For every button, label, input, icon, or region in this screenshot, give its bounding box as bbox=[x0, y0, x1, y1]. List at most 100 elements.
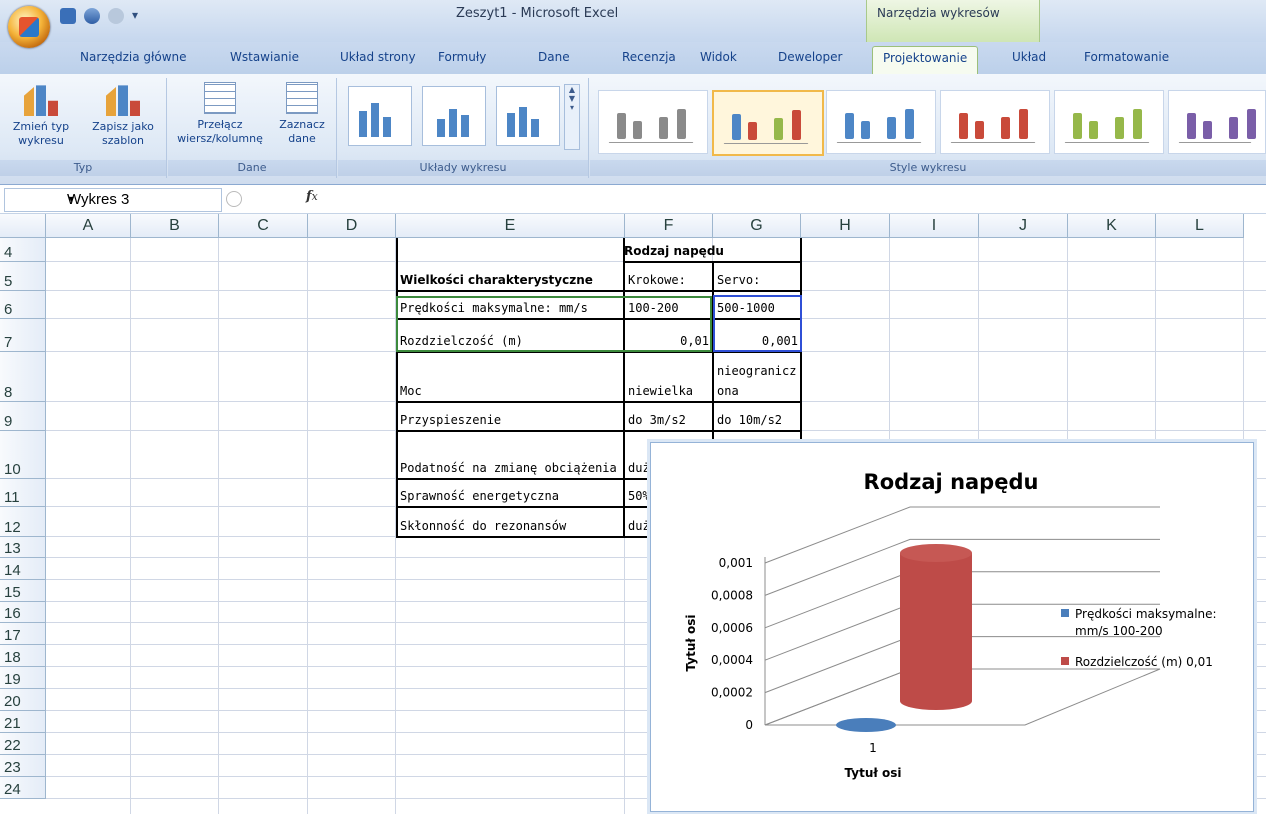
row-header-10[interactable]: 10 bbox=[0, 431, 46, 479]
undo-icon[interactable] bbox=[84, 8, 100, 24]
row-header-19[interactable]: 19 bbox=[0, 667, 46, 689]
cell-f4[interactable]: Rodzaj napędu bbox=[620, 238, 800, 262]
chart-style-1[interactable] bbox=[598, 90, 708, 154]
tab-data[interactable]: Dane bbox=[538, 50, 570, 64]
column-header-h[interactable]: H bbox=[801, 214, 890, 238]
cell-f5[interactable]: Krokowe: bbox=[624, 262, 713, 291]
row-header-21[interactable]: 21 bbox=[0, 711, 46, 733]
row-header-15[interactable]: 15 bbox=[0, 580, 46, 602]
row-header-4[interactable]: 4 bbox=[0, 238, 46, 262]
group-chart-styles: Style wykresu bbox=[590, 78, 1266, 178]
tab-page-layout[interactable]: Układ strony bbox=[340, 50, 416, 64]
column-header-k[interactable]: K bbox=[1068, 214, 1156, 238]
save-icon[interactable] bbox=[60, 8, 76, 24]
column-header-g[interactable]: G bbox=[713, 214, 801, 238]
chart-object[interactable]: Rodzaj napędu 0 0,0002 0,0004 0,0006 0,0008 0,… bbox=[650, 442, 1254, 812]
chart-layout-2[interactable] bbox=[422, 86, 486, 146]
chart-style-6[interactable] bbox=[1168, 90, 1266, 154]
column-header-i[interactable]: I bbox=[890, 214, 979, 238]
cell-e11[interactable]: Sprawność energetyczna bbox=[396, 479, 624, 507]
row-header-6[interactable]: 6 bbox=[0, 291, 46, 319]
column-header-f[interactable]: F bbox=[625, 214, 713, 238]
office-button[interactable] bbox=[8, 6, 50, 48]
row-header-14[interactable]: 14 bbox=[0, 558, 46, 580]
name-box[interactable]: Wykres 3 ▼ bbox=[4, 188, 222, 212]
row-header-24[interactable]: 24 bbox=[0, 777, 46, 799]
switch-row-column-button[interactable]: Przełącz wiersz/kolumnę bbox=[172, 82, 268, 146]
cell-g5[interactable]: Servo: bbox=[713, 262, 802, 291]
column-header-b[interactable]: B bbox=[131, 214, 219, 238]
cell-e5[interactable]: Wielkości charakterystyczne bbox=[396, 262, 624, 291]
save-as-template-button[interactable]: Zapisz jako szablon bbox=[84, 82, 162, 148]
series-name-range-highlight bbox=[396, 296, 712, 352]
row-header-12[interactable]: 12 bbox=[0, 507, 46, 537]
row-header-18[interactable]: 18 bbox=[0, 645, 46, 667]
formula-cancel-icon[interactable] bbox=[226, 191, 242, 207]
change-chart-type-button[interactable]: Zmień typ wykresu bbox=[2, 82, 80, 148]
customize-toolbar-icon[interactable]: ▾ bbox=[132, 8, 140, 24]
cell-f9[interactable]: do 3m/s2 bbox=[624, 402, 713, 431]
tab-insert[interactable]: Wstawianie bbox=[230, 50, 299, 64]
table-border bbox=[396, 536, 652, 538]
chart-layout-3[interactable] bbox=[496, 86, 560, 146]
tab-review[interactable]: Recenzja bbox=[622, 50, 676, 64]
group-type-label: Typ bbox=[0, 160, 166, 176]
layout-gallery-scroll[interactable]: ▲ ▼ ▾ bbox=[564, 84, 580, 150]
chart-style-2[interactable] bbox=[712, 90, 824, 156]
legend-label-series-2: Rozdzielczość (m) 0,01 bbox=[1075, 655, 1213, 669]
row-header-8[interactable]: 8 bbox=[0, 352, 46, 402]
chart-style-5[interactable] bbox=[1054, 90, 1164, 154]
cell-e12[interactable]: Skłonność do rezonansów bbox=[396, 507, 624, 537]
column-header-c[interactable]: C bbox=[219, 214, 308, 238]
cell-e8[interactable]: Moc bbox=[396, 352, 624, 402]
select-data-button[interactable]: Zaznacz dane bbox=[272, 82, 332, 146]
row-header-7[interactable]: 7 bbox=[0, 319, 46, 352]
row-header-11[interactable]: 11 bbox=[0, 479, 46, 507]
column-header-a[interactable]: A bbox=[46, 214, 131, 238]
chart-style-4[interactable] bbox=[940, 90, 1050, 154]
tab-view[interactable]: Widok bbox=[700, 50, 737, 64]
y-tick-label: 0,0006 bbox=[711, 621, 753, 635]
row-header-20[interactable]: 20 bbox=[0, 689, 46, 711]
insert-function-icon[interactable]: fx bbox=[306, 189, 318, 204]
column-header-d[interactable]: D bbox=[308, 214, 396, 238]
legend-label-series-1-line-1: Prędkości maksymalne: bbox=[1075, 607, 1217, 621]
tab-home[interactable]: Narzędzia główne bbox=[80, 50, 187, 64]
series-values-range-highlight bbox=[713, 295, 802, 352]
row-header-23[interactable]: 23 bbox=[0, 755, 46, 777]
cell-g9[interactable]: do 10m/s2 bbox=[713, 402, 802, 431]
column-header-j[interactable]: J bbox=[979, 214, 1068, 238]
x-axis-title: Tytuł osi bbox=[845, 766, 902, 780]
name-box-dropdown-icon[interactable]: ▼ bbox=[67, 194, 217, 204]
chart-style-3[interactable] bbox=[826, 90, 936, 154]
tab-format[interactable]: Formatowanie bbox=[1084, 50, 1169, 64]
cell-g8-line-2: ona bbox=[717, 384, 739, 398]
row-header-5[interactable]: 5 bbox=[0, 262, 46, 291]
row-header-13[interactable]: 13 bbox=[0, 537, 46, 558]
tab-layout[interactable]: Układ bbox=[1012, 50, 1046, 64]
chart-layout-1[interactable] bbox=[348, 86, 412, 146]
row-header-9[interactable]: 9 bbox=[0, 402, 46, 431]
gridline bbox=[130, 238, 131, 814]
redo-icon[interactable] bbox=[108, 8, 124, 24]
row-header-16[interactable]: 16 bbox=[0, 602, 46, 623]
column-header-e[interactable]: E bbox=[396, 214, 625, 238]
cell-e9[interactable]: Przyspieszenie bbox=[396, 402, 624, 431]
legend-marker-series-2 bbox=[1061, 657, 1069, 665]
column-header-l[interactable]: L bbox=[1156, 214, 1244, 238]
chart-title: Rodzaj napędu bbox=[864, 470, 1039, 494]
tab-formulas[interactable]: Formuły bbox=[438, 50, 486, 64]
office-logo-icon bbox=[19, 17, 39, 37]
cell-e10[interactable]: Podatność na zmianę obciążenia bbox=[396, 431, 624, 479]
ribbon-tabs: Narzędzia główne Wstawianie Układ strony… bbox=[0, 42, 1266, 79]
row-header-22[interactable]: 22 bbox=[0, 733, 46, 755]
cell-g8[interactable]: nieogranicz ona bbox=[713, 352, 802, 402]
change-chart-type-label-1: Zmień typ bbox=[12, 120, 70, 133]
y-tick-label: 0,0002 bbox=[711, 686, 753, 700]
tab-developer[interactable]: Deweloper bbox=[778, 50, 842, 64]
chart-tools-context: Narzędzia wykresów bbox=[866, 0, 1040, 42]
table-border bbox=[623, 238, 625, 538]
cell-f8[interactable]: niewielka bbox=[624, 352, 713, 402]
select-all-corner[interactable] bbox=[0, 214, 46, 238]
row-header-17[interactable]: 17 bbox=[0, 623, 46, 645]
